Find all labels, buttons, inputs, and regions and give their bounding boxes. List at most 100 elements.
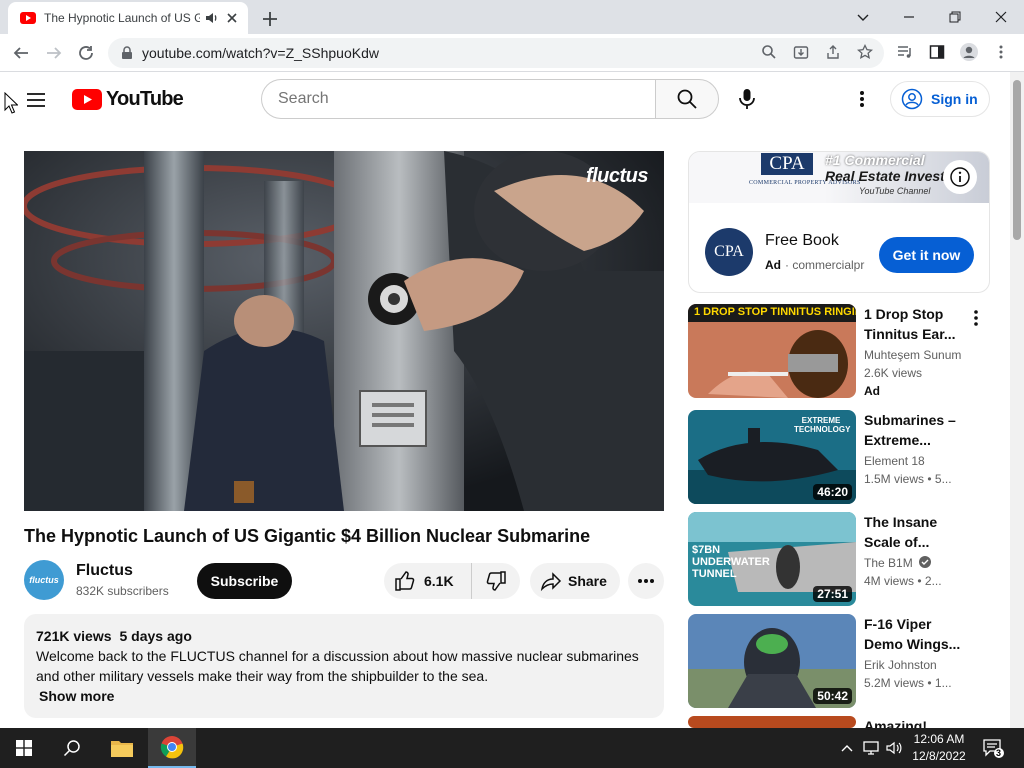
video-duration: 50:42 [813, 688, 852, 704]
share-button[interactable]: Share [530, 563, 620, 599]
search-input[interactable] [278, 90, 656, 108]
like-button[interactable]: 6.1K [384, 563, 472, 599]
tab-close-icon[interactable] [224, 10, 240, 26]
ad-banner-image[interactable]: CPA COMMERCIAL PROPERTY ADVISORS #1 Comm… [689, 152, 989, 203]
ad-badge: Ad [765, 258, 781, 272]
recommendation-more-icon[interactable] [966, 306, 986, 330]
forward-icon[interactable] [41, 40, 67, 66]
ad-title[interactable]: Free Book [765, 232, 839, 250]
video-frame [24, 151, 664, 511]
show-more-button[interactable]: Show more [39, 686, 652, 706]
account-circle-icon [901, 88, 923, 110]
bookmark-star-icon[interactable] [854, 41, 876, 63]
recommendation-meta: 1.5M views • 5... [864, 472, 952, 486]
ad-info-button[interactable] [943, 160, 977, 194]
minimize-icon[interactable] [886, 0, 932, 34]
recommendation-title[interactable]: Submarines – Extreme... [864, 410, 964, 450]
show-hidden-icons[interactable] [838, 738, 856, 758]
profile-icon[interactable] [958, 41, 980, 63]
notification-center-button[interactable]: 3 [978, 734, 1008, 762]
thumbnail-caption: EXTREME TECHNOLOGY [794, 416, 851, 434]
recommendation-views: 1.5M views [864, 472, 925, 486]
ad-banner-logo: CPA [761, 153, 813, 175]
description-box[interactable]: 721K views 5 days ago Welcome back to the… [24, 614, 664, 718]
search-box[interactable] [261, 79, 656, 119]
browser-titlebar: The Hypnotic Launch of US G [0, 0, 1024, 34]
reload-icon[interactable] [73, 40, 99, 66]
recommendation-thumbnail[interactable]: 1 DROP STOP TINNITUS RINGING [688, 304, 856, 398]
youtube-wordmark: YouTube [106, 88, 184, 110]
tab-search-icon[interactable] [840, 0, 886, 34]
chrome-taskbar-button[interactable] [148, 728, 196, 768]
recommendation-age: • 1... [927, 676, 952, 690]
tab-title: The Hypnotic Launch of US G [44, 11, 200, 25]
recommendation-title[interactable]: Amazing! [864, 716, 964, 728]
network-icon[interactable] [860, 738, 882, 758]
share-arrow-icon [540, 572, 562, 592]
advertiser-logo[interactable]: CPA [705, 228, 753, 276]
restore-icon[interactable] [932, 0, 978, 34]
tab-audio-icon[interactable] [204, 10, 220, 26]
recommendation-thumbnail[interactable]: $7BN UNDERWATER TUNNEL 27:51 [688, 512, 856, 606]
video-player[interactable]: fluctus [24, 151, 664, 511]
start-button[interactable] [0, 728, 48, 768]
thumbnail-caption: 1 DROP STOP TINNITUS RINGING [694, 306, 856, 318]
sponsored-ad-card[interactable]: CPA COMMERCIAL PROPERTY ADVISORS #1 Comm… [688, 151, 990, 293]
recommendation-thumbnail[interactable]: EXTREME TECHNOLOGY 46:20 [688, 410, 856, 504]
more-actions-button[interactable] [628, 563, 664, 599]
browser-toolbar: youtube.com/watch?v=Z_SShpuoKdw [0, 34, 1024, 72]
search-icon [63, 740, 80, 757]
windows-logo-icon [16, 740, 32, 756]
ad-cta-button[interactable]: Get it now [879, 237, 974, 273]
recommendation-thumbnail[interactable]: 50:42 [688, 614, 856, 708]
channel-name[interactable]: Fluctus [76, 562, 133, 580]
browser-menu-icon[interactable] [990, 41, 1012, 63]
sign-in-button[interactable]: Sign in [890, 81, 990, 117]
windows-taskbar: 12:06 AM 12/8/2022 3 [0, 728, 1024, 768]
subscriber-count: 832K subscribers [76, 584, 169, 598]
side-panel-icon[interactable] [926, 41, 948, 63]
file-explorer-button[interactable] [98, 728, 146, 768]
taskbar-search-button[interactable] [48, 728, 96, 768]
recommendation-title[interactable]: F-16 Viper Demo Wings... [864, 614, 964, 654]
recommendation-item[interactable]: 50:42 F-16 Viper Demo Wings... Erik John… [688, 614, 990, 708]
media-control-icon[interactable] [894, 41, 916, 63]
recommendation-title[interactable]: The Insane Scale of... [864, 512, 964, 552]
share-page-icon[interactable] [822, 41, 844, 63]
search-button[interactable] [655, 79, 719, 119]
page-scrollbar[interactable] [1010, 72, 1024, 728]
guide-menu-icon[interactable] [24, 88, 48, 112]
recommendation-views: 4M views [864, 574, 915, 588]
more-horizontal-icon [638, 579, 654, 583]
recommendation-thumbnail[interactable] [688, 716, 856, 728]
recommendation-item[interactable]: 1 DROP STOP TINNITUS RINGING 1 Drop Stop… [688, 304, 990, 398]
recommendation-title[interactable]: 1 Drop Stop Tinnitus Ear... [864, 304, 964, 344]
subscribe-button[interactable]: Subscribe [197, 563, 292, 599]
youtube-logo[interactable]: YouTube [72, 88, 184, 111]
install-app-icon[interactable] [790, 41, 812, 63]
chrome-icon [160, 736, 184, 759]
channel-avatar[interactable]: fluctus [24, 560, 64, 600]
system-clock[interactable]: 12:06 AM 12/8/2022 [905, 731, 973, 765]
thumbnail-caption: $7BN UNDERWATER TUNNEL [692, 544, 770, 580]
recommendation-item[interactable]: $7BN UNDERWATER TUNNEL 27:51 The Insane … [688, 512, 990, 606]
like-count: 6.1K [424, 573, 454, 589]
close-window-icon[interactable] [978, 0, 1024, 34]
settings-menu-icon[interactable] [850, 87, 874, 111]
recommendation-item[interactable]: EXTREME TECHNOLOGY 46:20 Submarines – Ex… [688, 410, 990, 504]
recommendation-views: 5.2M views [864, 676, 925, 690]
browser-tab-active[interactable]: The Hypnotic Launch of US G [8, 2, 248, 34]
video-title: The Hypnotic Launch of US Gigantic $4 Bi… [24, 526, 591, 546]
dislike-button[interactable] [472, 563, 520, 599]
ad-banner-line-3: YouTube Channel [859, 186, 931, 196]
scrollbar-thumb[interactable] [1013, 80, 1021, 240]
clock-time: 12:06 AM [913, 732, 965, 746]
zoom-search-icon[interactable] [758, 41, 780, 63]
back-icon[interactable] [8, 40, 34, 66]
voice-search-button[interactable] [730, 82, 764, 116]
volume-icon[interactable] [884, 738, 904, 758]
new-tab-icon[interactable] [258, 7, 282, 31]
video-owner-row: fluctus Fluctus 832K subscribers Subscri… [24, 560, 664, 600]
recommendation-item[interactable]: Amazing! [688, 716, 990, 728]
recommendation-channel: The B1M [864, 556, 913, 570]
